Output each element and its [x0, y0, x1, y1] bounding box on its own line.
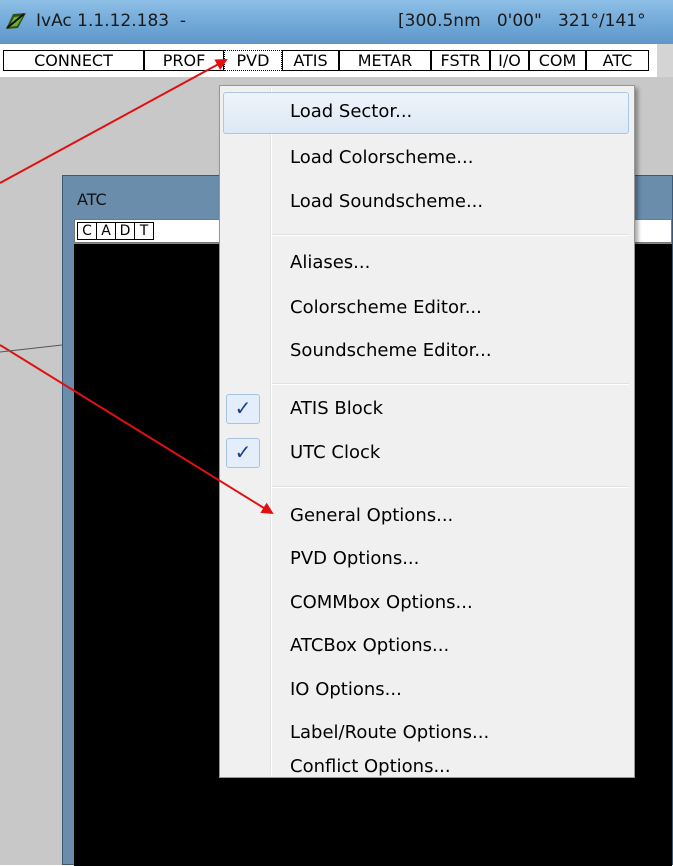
toolbar-button-atis[interactable]: ATIS: [282, 50, 339, 71]
toolbar-button-atc[interactable]: ATC: [586, 50, 649, 71]
menu-item-load-soundscheme[interactable]: Load Soundscheme...: [223, 182, 629, 224]
menu-item-label: Load Soundscheme...: [290, 191, 484, 212]
atc-tab-t[interactable]: T: [134, 222, 154, 240]
menu-item-commbox-options[interactable]: COMMbox Options...: [223, 583, 629, 625]
menu-item-conflict-options[interactable]: Conflict Options...: [223, 756, 629, 778]
menu-item-soundscheme-editor[interactable]: Soundscheme Editor...: [223, 331, 629, 373]
menu-separator: [272, 486, 629, 488]
toolbar-button-connect[interactable]: CONNECT: [3, 50, 144, 71]
menu-item-pvd-options[interactable]: PVD Options...: [223, 539, 629, 581]
checkmark-icon: ✓: [226, 438, 260, 468]
menu-item-aliases[interactable]: Aliases...: [223, 243, 629, 285]
menu-item-label-route-options[interactable]: Label/Route Options...: [223, 713, 629, 755]
toolbar-edge: [657, 44, 673, 77]
menu-item-utc-clock[interactable]: ✓ UTC Clock: [223, 433, 629, 475]
menu-item-label: Colorscheme Editor...: [290, 297, 482, 318]
ivac-logo-icon: [6, 13, 26, 29]
menu-item-label: IO Options...: [290, 679, 402, 700]
toolbar-button-metar[interactable]: METAR: [339, 50, 431, 71]
atc-tab-d[interactable]: D: [115, 222, 135, 240]
menu-item-label: Aliases...: [290, 252, 371, 273]
menu-item-label: Conflict Options...: [290, 756, 451, 777]
toolbar-button-fstr[interactable]: FSTR: [431, 50, 490, 71]
atc-tab-c[interactable]: C: [77, 222, 97, 240]
menu-item-label: Load Sector...: [290, 101, 413, 122]
atc-tab-a[interactable]: A: [96, 222, 116, 240]
menu-item-label: ATIS Block: [290, 398, 384, 419]
menu-item-label: Load Colorscheme...: [290, 147, 474, 168]
main-toolbar: CONNECT PROF PVD ATIS METAR FSTR I/O COM…: [0, 44, 673, 78]
menu-item-label: Soundscheme Editor...: [290, 340, 492, 361]
window-title: IvAc 1.1.12.183 -: [36, 11, 187, 31]
menu-item-general-options[interactable]: General Options...: [223, 496, 629, 538]
menu-item-label: UTC Clock: [290, 442, 381, 463]
menu-item-atcbox-options[interactable]: ATCBox Options...: [223, 626, 629, 668]
menu-item-colorscheme-editor[interactable]: Colorscheme Editor...: [223, 288, 629, 330]
checkmark-icon: ✓: [226, 394, 260, 424]
toolbar-button-io[interactable]: I/O: [490, 50, 529, 71]
menu-item-load-sector[interactable]: Load Sector...: [223, 92, 629, 134]
menu-item-atis-block[interactable]: ✓ ATIS Block: [223, 389, 629, 431]
menu-item-label: Label/Route Options...: [290, 722, 490, 743]
toolbar-button-prof[interactable]: PROF: [144, 50, 224, 71]
window-titlebar: IvAc 1.1.12.183 - [300.5nm 0'00" 321°/14…: [0, 0, 673, 44]
menu-item-io-options[interactable]: IO Options...: [223, 670, 629, 712]
toolbar-button-com[interactable]: COM: [529, 50, 586, 71]
menu-item-label: COMMbox Options...: [290, 592, 473, 613]
menu-item-label: ATCBox Options...: [290, 635, 450, 656]
menu-item-label: PVD Options...: [290, 548, 420, 569]
menu-separator: [272, 234, 629, 236]
menu-item-label: General Options...: [290, 505, 454, 526]
menu-item-load-colorscheme[interactable]: Load Colorscheme...: [223, 138, 629, 180]
menu-separator: [272, 383, 629, 385]
window-status-readout: [300.5nm 0'00" 321°/141°: [398, 11, 646, 31]
pvd-dropdown-menu: Load Sector... Load Colorscheme... Load …: [219, 85, 635, 778]
toolbar-button-pvd[interactable]: PVD: [224, 50, 282, 71]
atc-window-title: ATC: [77, 190, 107, 209]
